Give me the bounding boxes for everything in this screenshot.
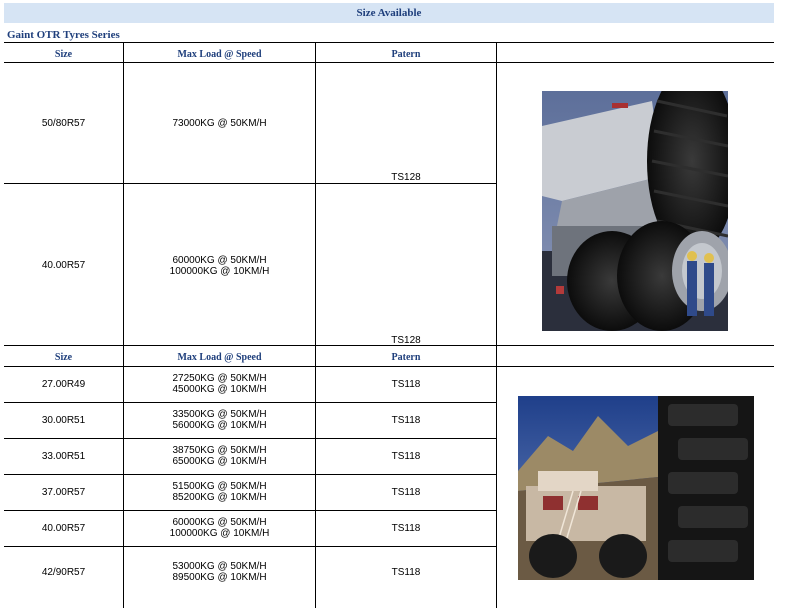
table2-row5-load-line1: 60000KG @ 50KM/H — [172, 517, 267, 528]
table2-row2-load-line2: 56000KG @ 10KM/H — [172, 420, 267, 431]
table1-row-rule — [4, 183, 496, 184]
table2-row4-pattern: TS118 — [391, 487, 421, 498]
table1-header-pattern: Patern — [391, 49, 421, 60]
table1-row1-size: 50/80R57 — [41, 118, 86, 129]
mining-truck-illustration — [542, 91, 728, 331]
table2-row2-load: 33500KG @ 50KM/H 56000KG @ 10KM/H — [124, 409, 315, 431]
table2-row5-size: 40.00R57 — [41, 523, 86, 534]
table2-row4-size: 37.00R57 — [41, 487, 86, 498]
table1-row2-load: 60000KG @ 50KM/H 100000KG @ 10KM/H — [124, 255, 315, 277]
mining-site-tyre-photo — [518, 396, 754, 580]
table2-row3-pattern: TS118 — [391, 451, 421, 462]
table2-row3-load-line2: 65000KG @ 10KM/H — [172, 456, 267, 467]
table2-row4-load-line1: 51500KG @ 50KM/H — [172, 481, 267, 492]
table2-row4-load-line2: 85200KG @ 10KM/H — [172, 492, 267, 503]
table1-top-rule — [4, 42, 774, 43]
table2-row3-load-line1: 38750KG @ 50KM/H — [172, 445, 267, 456]
table2-row-rule-5 — [4, 546, 496, 547]
table2-row1-load: 27250KG @ 50KM/H 45000KG @ 10KM/H — [124, 373, 315, 395]
table2-row-rule-2 — [4, 438, 496, 439]
table2-row-rule-3 — [4, 474, 496, 475]
table1-col-divider-2 — [315, 42, 316, 345]
table2-row-rule-4 — [4, 510, 496, 511]
table2-row5-load: 60000KG @ 50KM/H 100000KG @ 10KM/H — [124, 517, 315, 539]
table2-row2-size: 30.00R51 — [41, 415, 86, 426]
table2-row1-pattern: TS118 — [391, 379, 421, 390]
series-title: Gaint OTR Tyres Series — [7, 29, 120, 41]
table2-row5-pattern: TS118 — [391, 523, 421, 534]
table1-col-divider-3 — [496, 42, 497, 345]
table2-header-rule — [4, 366, 774, 367]
table2-row6-pattern: TS118 — [391, 567, 421, 578]
mining-site-illustration — [518, 396, 754, 580]
table2-row4-load: 51500KG @ 50KM/H 85200KG @ 10KM/H — [124, 481, 315, 503]
table1-row2-pattern: TS128 — [391, 335, 421, 346]
table2-row5-load-line2: 100000KG @ 10KM/H — [169, 528, 270, 539]
table1-row1-load: 73000KG @ 50KM/H — [172, 118, 267, 129]
table1-col-divider-1 — [123, 42, 124, 345]
table1-row2-load-line1: 60000KG @ 50KM/H — [172, 255, 267, 266]
table2-row1-load-line2: 45000KG @ 10KM/H — [172, 384, 267, 395]
table2-row-rule-1 — [4, 402, 496, 403]
mining-truck-tyre-photo — [542, 91, 728, 331]
table2-row6-load-line2: 89500KG @ 10KM/H — [172, 572, 267, 583]
table1-row2-load-line2: 100000KG @ 10KM/H — [169, 266, 270, 277]
table2-row3-size: 33.00R51 — [41, 451, 86, 462]
table2-header-pattern: Patern — [391, 352, 421, 363]
table1-row2-size: 40.00R57 — [41, 260, 86, 271]
table2-row6-load-line1: 53000KG @ 50KM/H — [172, 561, 267, 572]
table2-header-size: Size — [54, 352, 73, 363]
size-available-banner: Size Available — [4, 3, 774, 23]
table2-row6-load: 53000KG @ 50KM/H 89500KG @ 10KM/H — [124, 561, 315, 583]
table2-col-divider-3 — [496, 345, 497, 608]
table2-row6-size: 42/90R57 — [41, 567, 86, 578]
table2-header-load: Max Load @ Speed — [177, 352, 262, 363]
table1-header-size: Size — [54, 49, 73, 60]
table2-row3-load: 38750KG @ 50KM/H 65000KG @ 10KM/H — [124, 445, 315, 467]
table2-row2-load-line1: 33500KG @ 50KM/H — [172, 409, 267, 420]
table2-row2-pattern: TS118 — [391, 415, 421, 426]
table1-header-rule — [4, 62, 774, 63]
table1-row1-pattern: TS128 — [391, 172, 421, 183]
table2-row1-load-line1: 27250KG @ 50KM/H — [172, 373, 267, 384]
table2-row1-size: 27.00R49 — [41, 379, 86, 390]
table1-header-load: Max Load @ Speed — [177, 49, 262, 60]
